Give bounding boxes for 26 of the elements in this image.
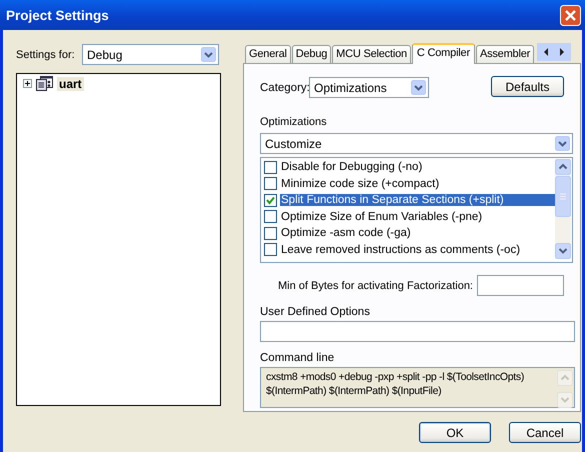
section-label: Optimizations [260,116,328,128]
tab[interactable]: C Compiler [412,43,475,64]
tab[interactable]: General [245,45,291,63]
command-line-text: cxstm8 +mods0 +debug -pxp +split -pp -l $(ToolsetIncOpts) $(IntermPath) $(IntermPath) $(InputFile) [266,370,526,399]
tree-item[interactable]: uart [57,76,84,90]
field-label: User Defined Options [260,306,371,318]
window-title: Project Settings [6,8,110,22]
tab[interactable]: Debug [292,45,332,63]
field-label: Category: [260,82,309,94]
list-item[interactable]: Optimize -asm code (-ga) [280,227,412,240]
defaults-button[interactable]: Defaults [491,76,564,97]
category-dropdown[interactable]: Optimizations [309,77,429,98]
list-item[interactable]: Split Functions in Separate Sections (+split) [280,194,555,206]
list-item[interactable]: Leave removed instructions as comments (-oc) [280,244,522,256]
cancel-button[interactable]: Cancel [509,422,581,443]
list-item[interactable]: Disable for Debugging (-no) [280,161,424,174]
settings-dropdown[interactable]: Debug [82,44,219,65]
ok-button[interactable]: OK [419,422,491,443]
list-item[interactable]: Minimize code size (+compact) [280,178,440,190]
field-label: Settings for: [16,48,76,60]
field-label: Command line [260,352,336,364]
field-label: Min of Bytes for activating Factorization: [278,280,473,292]
tab[interactable]: MCU Selection [332,45,411,63]
tab[interactable]: Assembler [476,45,534,63]
preset-dropdown[interactable]: Customize [260,133,573,154]
list-item[interactable]: Optimize Size of Enum Variables (-pne) [280,210,484,223]
